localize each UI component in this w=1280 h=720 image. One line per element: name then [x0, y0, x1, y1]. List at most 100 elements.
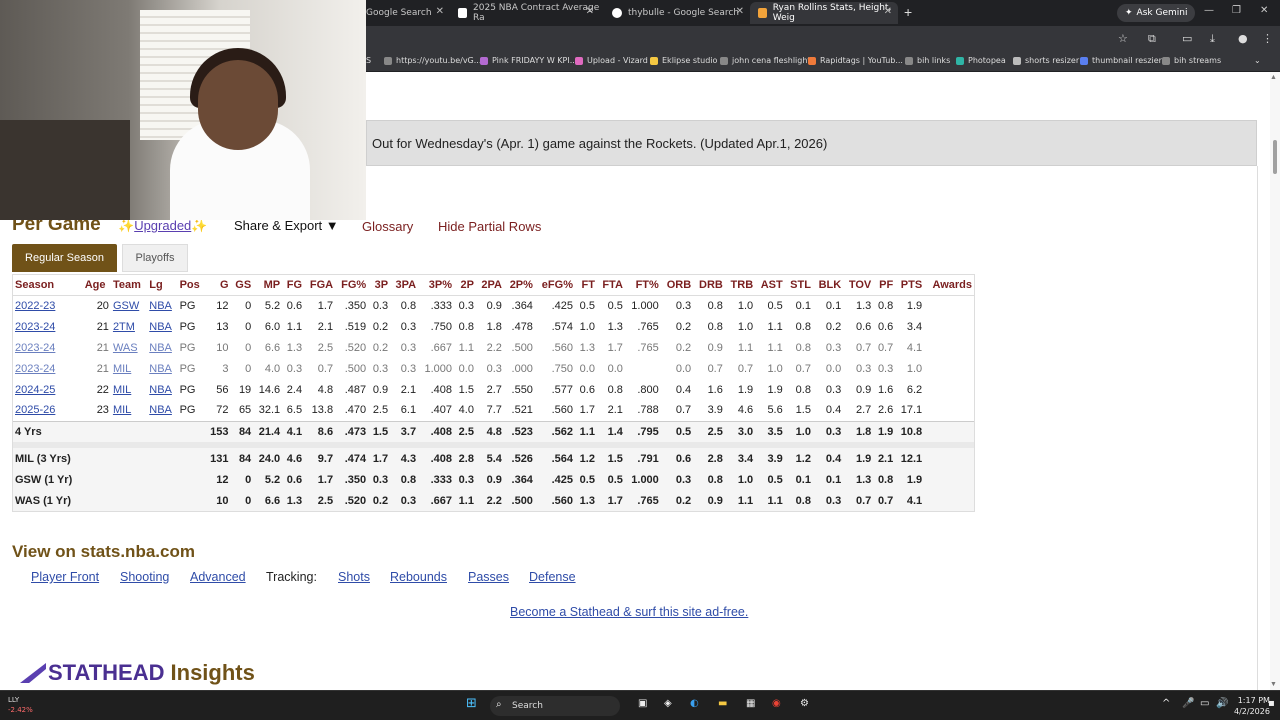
table-cell[interactable]: 2022-23: [13, 295, 83, 316]
table-cell[interactable]: NBA: [147, 379, 177, 400]
stathead-logo[interactable]: STATHEAD Insights: [20, 660, 255, 686]
table-cell[interactable]: MIL: [111, 400, 147, 421]
bookmark[interactable]: Photopea: [956, 56, 1006, 65]
cast-icon[interactable]: ▭: [1182, 32, 1192, 45]
bookmark[interactable]: shorts resizer: [1013, 56, 1079, 65]
table-cell[interactable]: 2023-24: [13, 337, 83, 358]
stock-widget[interactable]: LLY -2.42%: [8, 695, 33, 715]
table-cell[interactable]: NBA: [147, 316, 177, 337]
table-cell[interactable]: 2025-26: [13, 400, 83, 421]
bookmark[interactable]: Rapidtags | YouTub...: [808, 56, 903, 65]
store-icon[interactable]: ▦: [746, 698, 755, 709]
chevron-up-icon[interactable]: ▲: [1270, 74, 1277, 81]
table-cell[interactable]: NBA: [147, 400, 177, 421]
table-cell[interactable]: 2024-25: [13, 379, 83, 400]
tab-thybulle-search[interactable]: thybulle - Google Search ✕: [604, 2, 750, 24]
column-header[interactable]: 3P: [368, 275, 391, 296]
tab-google-search[interactable]: Google Search ✕: [358, 2, 450, 24]
star-icon[interactable]: ☆: [1118, 32, 1128, 45]
taskbar-clock[interactable]: 1:17 PM 4/2/2026: [1234, 695, 1270, 717]
new-tab-icon[interactable]: +: [904, 4, 912, 20]
share-export-menu[interactable]: Share & Export ▼: [234, 218, 339, 233]
bookmark[interactable]: thumbnail reszier: [1080, 56, 1162, 65]
column-header[interactable]: 3P%: [418, 275, 454, 296]
column-header[interactable]: AST: [755, 275, 785, 296]
avatar[interactable]: ●: [1238, 32, 1248, 45]
settings-icon[interactable]: ⚙: [800, 698, 809, 709]
column-header[interactable]: DRB: [693, 275, 725, 296]
column-header[interactable]: Team: [110, 275, 148, 296]
close-icon[interactable]: ✕: [736, 6, 744, 17]
taskbar-search[interactable]: Search: [490, 696, 620, 716]
passes-link[interactable]: Passes: [468, 570, 509, 584]
minimize-icon[interactable]: —: [1204, 5, 1214, 16]
chevron-up-icon[interactable]: ^: [1162, 698, 1170, 709]
close-icon[interactable]: ✕: [884, 6, 892, 17]
column-header[interactable]: Lg: [147, 275, 178, 296]
task-view-icon[interactable]: ▣: [638, 698, 647, 709]
table-cell[interactable]: 2023-24: [13, 316, 83, 337]
table-cell[interactable]: NBA: [147, 337, 177, 358]
ask-gemini-button[interactable]: ✦ Ask Gemini: [1117, 4, 1196, 22]
column-header[interactable]: 2PA: [475, 275, 504, 296]
glossary-link[interactable]: Glossary: [362, 219, 413, 234]
column-header[interactable]: 3PA: [390, 275, 419, 296]
notification-icon[interactable]: ▪: [1268, 698, 1275, 709]
table-cell[interactable]: 2TM: [111, 316, 147, 337]
edge-icon[interactable]: ◐: [690, 698, 699, 709]
bookmark[interactable]: Upload - Vizard: [575, 56, 648, 65]
table-cell[interactable]: 2023-24: [13, 358, 83, 379]
column-header[interactable]: PTS: [895, 275, 925, 296]
defense-link[interactable]: Defense: [529, 570, 576, 584]
chevron-down-icon[interactable]: ⌄: [1254, 56, 1261, 65]
column-header[interactable]: 2P%: [503, 275, 535, 296]
tab-playoffs[interactable]: Playoffs: [122, 244, 188, 272]
hide-partial-rows-link[interactable]: Hide Partial Rows: [438, 219, 541, 234]
bookmark[interactable]: Pink FRIDAYY W KPI...: [480, 56, 577, 65]
windows-start-icon[interactable]: ⊞: [466, 696, 477, 711]
column-header[interactable]: MP: [253, 275, 283, 296]
column-header[interactable]: Age: [82, 275, 111, 296]
menu-icon[interactable]: ⋮: [1262, 32, 1273, 45]
column-header[interactable]: BLK: [812, 275, 844, 296]
column-header[interactable]: FTA: [596, 275, 625, 296]
upgraded-link[interactable]: ✨Upgraded✨: [118, 218, 207, 234]
rebounds-link[interactable]: Rebounds: [390, 570, 447, 584]
bookmark[interactable]: john cena fleshlight: [720, 56, 811, 65]
scrollbar-thumb[interactable]: [1273, 140, 1277, 174]
column-header[interactable]: FGA: [304, 275, 336, 296]
column-header[interactable]: STL: [784, 275, 813, 296]
column-header[interactable]: FT%: [624, 275, 661, 296]
close-window-icon[interactable]: ✕: [1260, 5, 1268, 16]
table-cell[interactable]: MIL: [111, 379, 147, 400]
tab-contract-average[interactable]: 2025 NBA Contract Average Ra ✕: [450, 2, 600, 24]
table-cell[interactable]: MIL: [111, 358, 147, 379]
table-cell[interactable]: WAS: [111, 337, 147, 358]
column-header[interactable]: GS: [230, 275, 254, 296]
mic-icon[interactable]: 🎤: [1182, 698, 1194, 709]
shots-link[interactable]: Shots: [338, 570, 370, 584]
bookmark[interactable]: bih streams: [1162, 56, 1221, 65]
column-header[interactable]: eFG%: [534, 275, 575, 296]
tab-regular-season[interactable]: Regular Season: [12, 244, 117, 272]
advanced-link[interactable]: Advanced: [190, 570, 246, 584]
file-explorer-icon[interactable]: ▬: [718, 698, 727, 709]
table-cell[interactable]: NBA: [147, 295, 177, 316]
close-icon[interactable]: ✕: [586, 6, 594, 17]
player-front-link[interactable]: Player Front: [31, 570, 99, 584]
table-cell[interactable]: GSW: [111, 295, 147, 316]
column-header[interactable]: Season: [13, 275, 83, 296]
network-icon[interactable]: ▭: [1200, 698, 1209, 709]
column-header[interactable]: TRB: [724, 275, 756, 296]
extensions-icon[interactable]: ⧉: [1148, 32, 1156, 46]
column-header[interactable]: PF: [873, 275, 896, 296]
shooting-link[interactable]: Shooting: [120, 570, 169, 584]
copilot-icon[interactable]: ◈: [664, 698, 672, 709]
bookmark[interactable]: https://youtu.be/vG...: [384, 56, 481, 65]
chevron-down-icon[interactable]: ▼: [1270, 681, 1277, 688]
column-header[interactable]: Pos: [177, 275, 206, 296]
column-header[interactable]: G: [205, 275, 231, 296]
column-header[interactable]: ORB: [660, 275, 694, 296]
column-header[interactable]: TOV: [843, 275, 874, 296]
column-header[interactable]: Awards: [924, 275, 974, 296]
